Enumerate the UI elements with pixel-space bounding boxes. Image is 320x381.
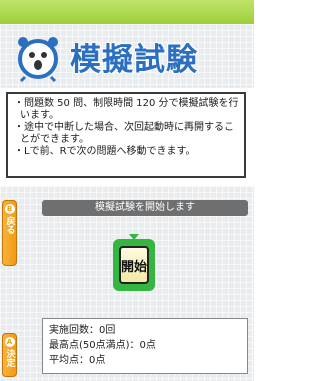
a-key-icon: A — [4, 337, 15, 347]
back-label: 戻る — [4, 216, 15, 234]
b-key-icon: B — [4, 204, 15, 214]
start-header: 模擬試験を開始します — [42, 200, 248, 216]
alarm-clock-mascot-icon — [18, 37, 58, 82]
notice-item: ・問題数 50 問、制限時間 120 分で模擬試験を行います。 — [14, 98, 239, 121]
start-button[interactable]: 開始 — [119, 246, 149, 284]
notice-item: ・途中で中断した場合、次回起動時に再開することができます。 — [14, 122, 234, 145]
notice-box: ・問題数 50 問、制限時間 120 分で模擬試験を行います。 ・途中で中断した… — [6, 92, 246, 178]
stats-box: 実施回数：0回 最高点(50点満点)：0点 平均点：0点 — [42, 318, 248, 374]
notice-item: ・Lで前、Rで次の問題へ移動できます。 — [14, 146, 196, 157]
selection-arrow-icon — [129, 234, 139, 240]
confirm-button[interactable]: A 決定 — [2, 333, 17, 377]
average-score-stat: 平均点：0点 — [49, 355, 106, 366]
page-title: 模擬試験 — [70, 42, 198, 78]
top-status-bar — [0, 0, 254, 24]
header: 模擬試験 — [0, 24, 254, 88]
attempts-stat: 実施回数：0回 — [49, 325, 116, 336]
confirm-label: 決定 — [4, 349, 15, 367]
best-score-stat: 最高点(50点満点)：0点 — [49, 340, 156, 351]
back-button[interactable]: B 戻る — [2, 200, 17, 266]
